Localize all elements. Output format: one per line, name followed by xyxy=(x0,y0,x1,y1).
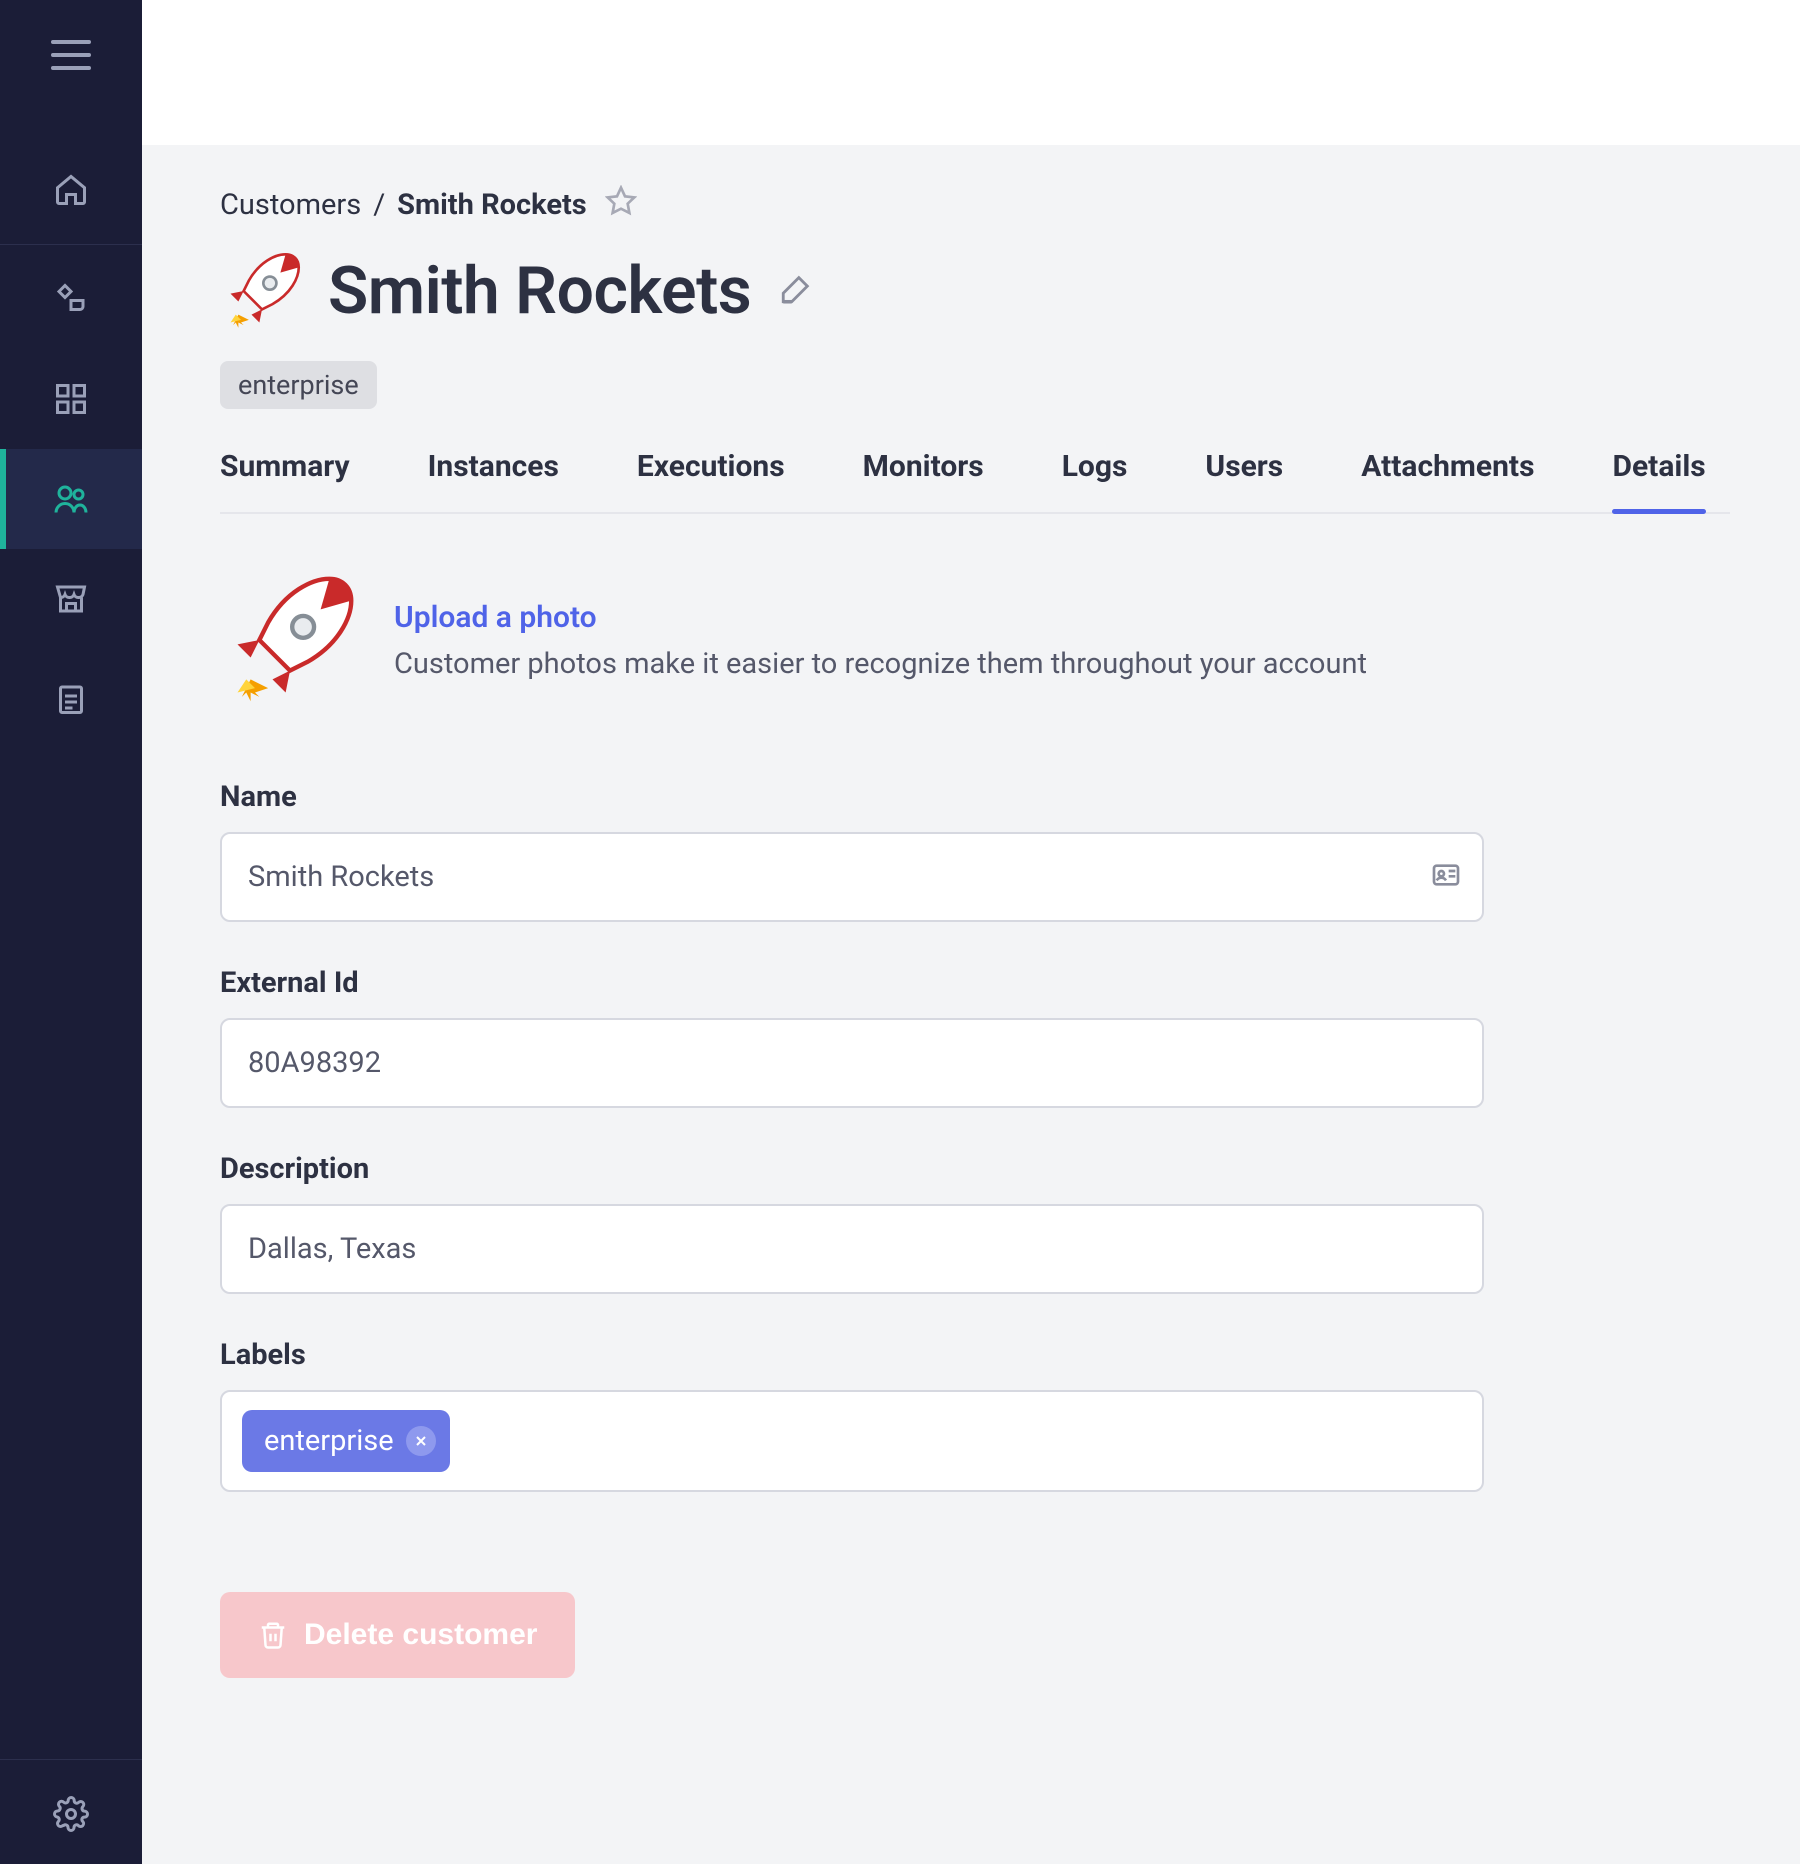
page-title-row: Smith Rockets xyxy=(220,249,1730,333)
name-input[interactable] xyxy=(220,832,1484,922)
tab-attachments[interactable]: Attachments xyxy=(1361,449,1534,512)
tab-logs[interactable]: Logs xyxy=(1062,449,1128,512)
sidebar xyxy=(0,0,142,1864)
home-icon xyxy=(53,172,89,208)
favorite-button[interactable] xyxy=(605,185,637,225)
topbar xyxy=(142,0,1800,145)
tab-monitors[interactable]: Monitors xyxy=(863,449,984,512)
nav-grid[interactable] xyxy=(0,349,142,449)
nav-customers[interactable] xyxy=(0,449,142,549)
label-chip: enterprise xyxy=(242,1410,450,1472)
tab-details[interactable]: Details xyxy=(1612,449,1705,512)
breadcrumb: Customers / Smith Rockets xyxy=(220,185,1730,225)
photo-upload-section: Upload a photo Customer photos make it e… xyxy=(220,570,1730,710)
logs-icon xyxy=(53,681,89,717)
label-chip-text: enterprise xyxy=(264,1424,394,1458)
components-icon xyxy=(53,281,89,317)
nav-settings[interactable] xyxy=(0,1764,142,1864)
customer-tag: enterprise xyxy=(220,361,377,409)
breadcrumb-separator: / xyxy=(373,188,385,222)
marketplace-icon xyxy=(53,581,89,617)
upload-photo-description: Customer photos make it easier to recogn… xyxy=(394,647,1367,681)
nav-logs[interactable] xyxy=(0,649,142,749)
id-card-icon xyxy=(1430,859,1462,895)
menu-toggle-button[interactable] xyxy=(51,40,91,70)
breadcrumb-current: Smith Rockets xyxy=(397,188,587,222)
upload-photo-link[interactable]: Upload a photo xyxy=(394,600,1367,635)
tab-executions[interactable]: Executions xyxy=(637,449,785,512)
nav-components[interactable] xyxy=(0,249,142,349)
tab-summary[interactable]: Summary xyxy=(220,449,350,512)
labels-input[interactable]: enterprise xyxy=(220,1390,1484,1492)
trash-icon xyxy=(258,1620,288,1650)
star-icon xyxy=(605,185,637,217)
page-title: Smith Rockets xyxy=(328,253,751,330)
customers-icon xyxy=(53,481,89,517)
gear-icon xyxy=(53,1796,89,1832)
tabs: Summary Instances Executions Monitors Logs Us… xyxy=(220,449,1730,514)
nav-marketplace[interactable] xyxy=(0,549,142,649)
description-input[interactable] xyxy=(220,1204,1484,1294)
tab-instances[interactable]: Instances xyxy=(428,449,559,512)
grid-icon xyxy=(53,381,89,417)
labels-label: Labels xyxy=(220,1338,1484,1372)
external-id-input[interactable] xyxy=(220,1018,1484,1108)
delete-customer-label: Delete customer xyxy=(304,1618,537,1652)
external-id-label: External Id xyxy=(220,966,1484,1000)
label-chip-remove[interactable] xyxy=(406,1426,436,1456)
close-icon xyxy=(413,1433,429,1449)
nav-home[interactable] xyxy=(0,140,142,240)
edit-title-button[interactable] xyxy=(779,272,813,310)
delete-customer-button[interactable]: Delete customer xyxy=(220,1592,575,1678)
pencil-icon xyxy=(779,272,813,306)
breadcrumb-parent[interactable]: Customers xyxy=(220,188,361,222)
tab-users[interactable]: Users xyxy=(1205,449,1283,512)
rocket-icon xyxy=(220,570,360,710)
name-label: Name xyxy=(220,780,1484,814)
rocket-icon xyxy=(220,249,304,333)
description-label: Description xyxy=(220,1152,1484,1186)
